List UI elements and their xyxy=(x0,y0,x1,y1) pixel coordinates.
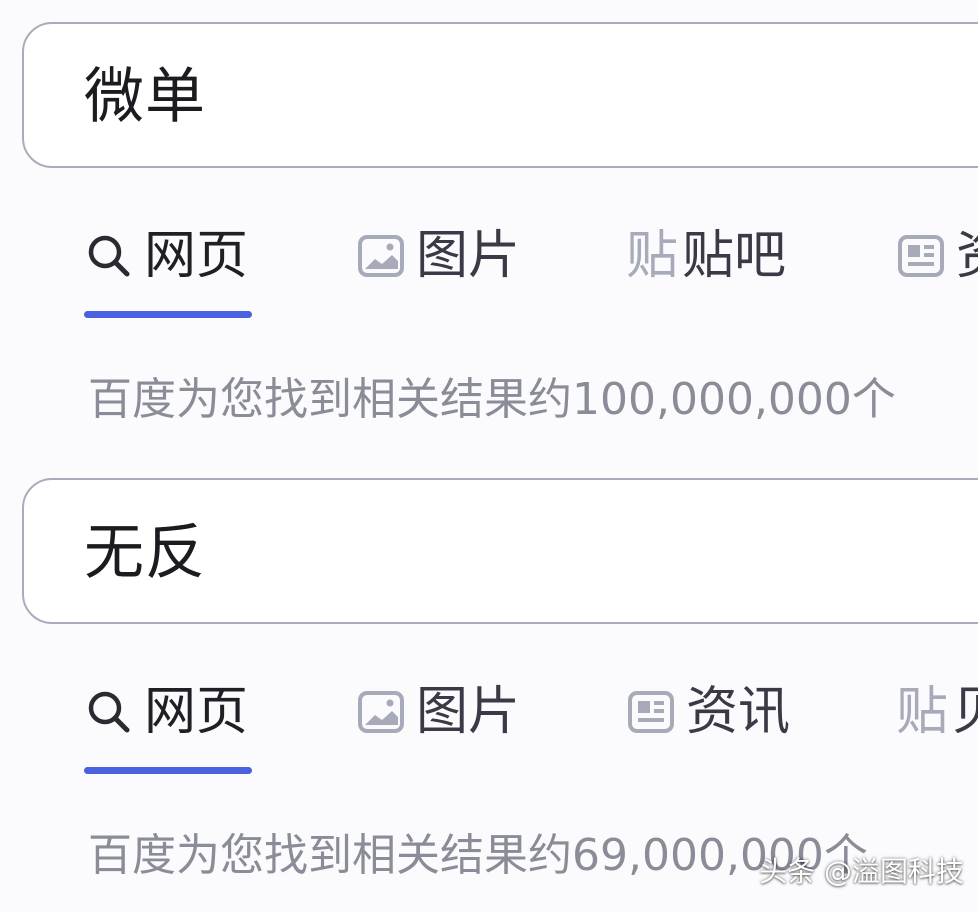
tab-tieba[interactable]: 贴 贴吧 xyxy=(626,226,786,286)
result-tabs: 网页 图片 资讯 贴 xyxy=(0,656,978,786)
search-query[interactable]: 微单 xyxy=(84,64,206,130)
tieba-icon: 贴 xyxy=(896,682,949,742)
news-icon xyxy=(896,231,946,281)
tab-web[interactable]: 网页 xyxy=(84,226,248,286)
tab-label: 资 xyxy=(956,228,978,284)
tab-news[interactable]: 资讯 xyxy=(626,682,790,742)
search-box[interactable]: 微单 xyxy=(22,22,978,168)
result-count: 百度为您找到相关结果约69,000,000个 xyxy=(88,830,868,881)
image-icon xyxy=(356,231,406,281)
image-icon xyxy=(356,687,406,737)
search-icon xyxy=(84,231,134,281)
result-count: 百度为您找到相关结果约100,000,000个 xyxy=(88,374,896,425)
tab-label: 网页 xyxy=(144,682,249,742)
tab-web[interactable]: 网页 xyxy=(84,682,248,742)
tab-label: 贴吧 xyxy=(682,226,787,286)
search-box[interactable]: 无反 xyxy=(22,478,978,624)
search-icon xyxy=(84,687,134,737)
active-tab-indicator xyxy=(84,767,252,774)
tieba-icon: 贴 xyxy=(626,226,679,286)
result-tabs: 网页 图片 贴 贴吧 xyxy=(0,200,978,330)
tab-label: 资讯 xyxy=(686,682,791,742)
watermark: 头条 @溢图科技 xyxy=(759,855,964,888)
tab-label: 图片 xyxy=(416,682,521,742)
news-icon xyxy=(626,687,676,737)
tab-images[interactable]: 图片 xyxy=(356,682,520,742)
tab-label: 图片 xyxy=(416,226,521,286)
tab-tieba[interactable]: 贴 贝 xyxy=(896,682,978,742)
tab-news[interactable]: 资 xyxy=(896,226,978,286)
active-tab-indicator xyxy=(84,311,252,318)
tab-label: 网页 xyxy=(144,226,249,286)
tab-label: 贝 xyxy=(952,684,978,740)
search-query[interactable]: 无反 xyxy=(84,520,206,586)
tab-images[interactable]: 图片 xyxy=(356,226,520,286)
